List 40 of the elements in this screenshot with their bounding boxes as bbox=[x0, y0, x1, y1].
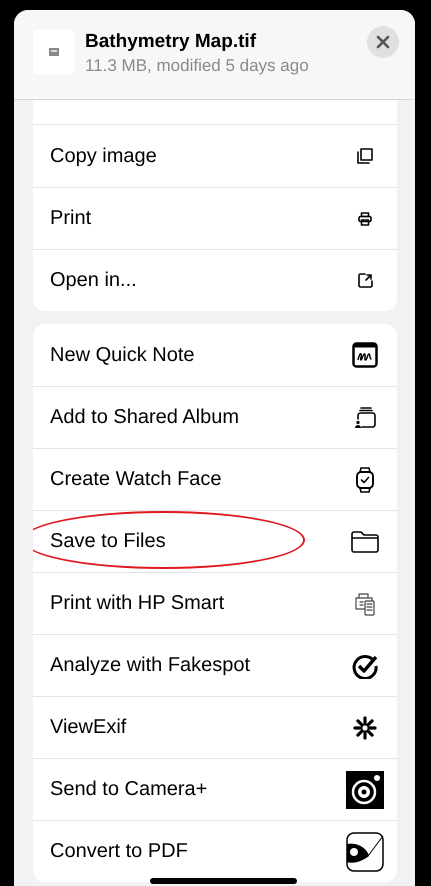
printer-icon bbox=[358, 212, 372, 226]
printer-phone-icon bbox=[353, 592, 377, 616]
action-row[interactable]: Analyze with Fakespot bbox=[33, 634, 397, 696]
action-label: ViewExif bbox=[50, 716, 126, 739]
action-row[interactable]: Open in... bbox=[33, 249, 397, 311]
action-label: Open in... bbox=[50, 269, 137, 292]
action-label: Create Watch Face bbox=[50, 468, 222, 491]
action-row[interactable]: Save to Files bbox=[33, 510, 397, 572]
action-label: Convert to PDF bbox=[50, 840, 188, 863]
action-label: Send to Camera+ bbox=[50, 778, 208, 801]
folder-icon bbox=[351, 530, 379, 552]
close-button[interactable] bbox=[367, 26, 399, 58]
action-row[interactable]: Create Watch Face bbox=[33, 448, 397, 510]
action-row[interactable]: New Quick Note bbox=[33, 324, 397, 386]
action-row[interactable]: Send to Camera+ bbox=[33, 758, 397, 820]
action-row[interactable]: Copy image bbox=[33, 125, 397, 187]
action-label: Add to Shared Album bbox=[50, 406, 240, 429]
watch-icon bbox=[356, 466, 374, 492]
action-label: Analyze with Fakespot bbox=[50, 654, 250, 677]
file-thumbnail bbox=[33, 30, 75, 74]
action-label: New Quick Note bbox=[50, 344, 194, 366]
copy-icon bbox=[357, 148, 373, 164]
note-icon bbox=[352, 342, 378, 368]
camera-app-icon bbox=[346, 770, 384, 808]
action-label: Print bbox=[50, 207, 92, 230]
action-label: Print with HP Smart bbox=[50, 592, 224, 615]
close-icon bbox=[376, 35, 390, 49]
action-row[interactable]: Add to Shared Album bbox=[33, 386, 397, 448]
pdf-app-icon bbox=[346, 832, 384, 872]
action-row[interactable]: Print bbox=[33, 187, 397, 249]
file-details: 11.3 MB, modified 5 days ago bbox=[85, 55, 310, 76]
action-row[interactable]: ViewExif bbox=[33, 696, 397, 758]
burst-icon bbox=[352, 714, 378, 740]
external-link-icon bbox=[358, 273, 372, 288]
action-label: Copy image bbox=[50, 144, 157, 168]
shared-album-icon bbox=[353, 406, 377, 430]
file-name: Bathymetry Map.tif bbox=[85, 30, 258, 53]
action-label: Save to Files bbox=[50, 530, 166, 553]
action-row[interactable]: Print with HP Smart bbox=[33, 572, 397, 634]
check-circle-icon bbox=[352, 652, 378, 678]
